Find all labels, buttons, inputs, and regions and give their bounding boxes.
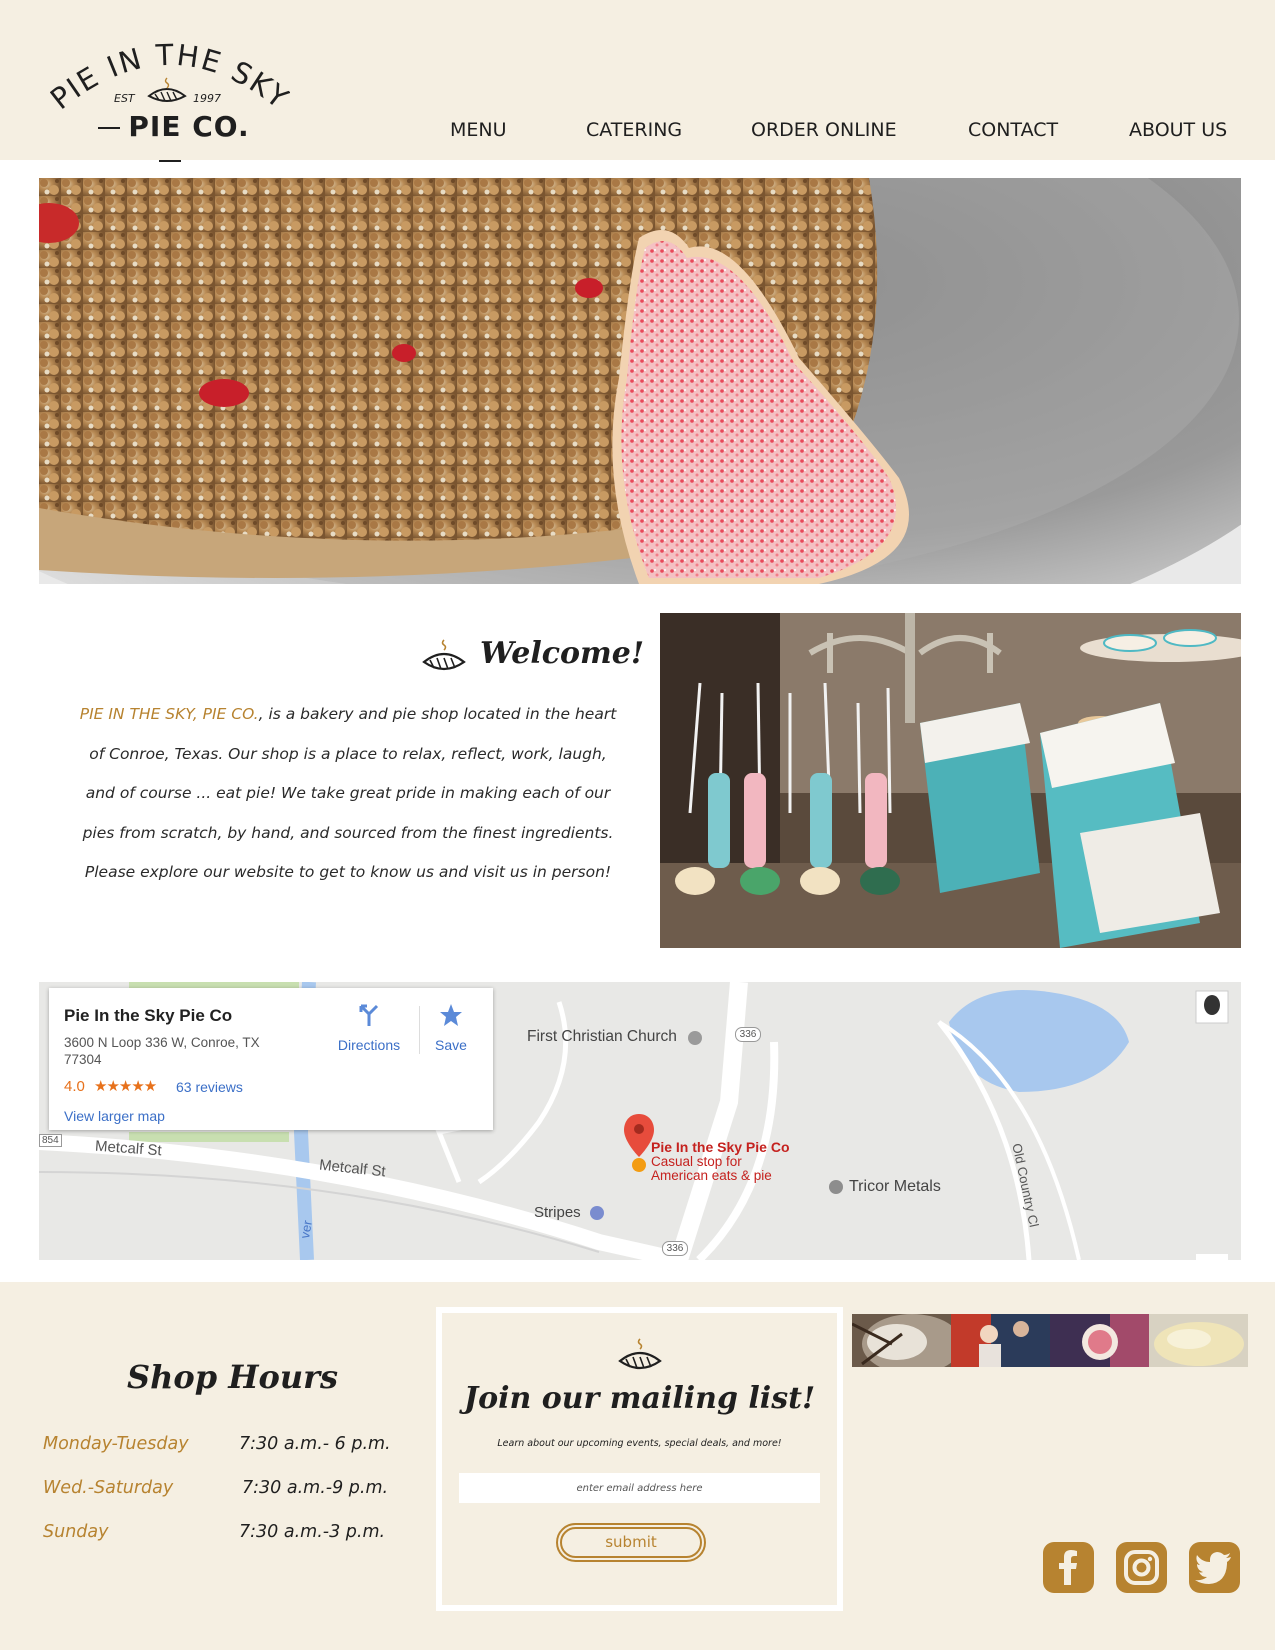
map-pin-label[interactable]: Pie In the Sky Pie Co Casual stop for Am… xyxy=(651,1140,790,1183)
directions-button[interactable]: Directions xyxy=(331,1002,407,1053)
nav-order-online[interactable]: ORDER ONLINE xyxy=(751,119,897,141)
hours-day-3: Sunday xyxy=(43,1522,109,1542)
mailing-list-title: Join our mailing list! xyxy=(463,1381,816,1416)
nav-contact[interactable]: CONTACT xyxy=(968,119,1058,141)
place-info-card: Pie In the Sky Pie Co 3600 N Loop 336 W,… xyxy=(49,988,493,1130)
star-icon xyxy=(440,1004,462,1026)
route-336-badge: 336 xyxy=(735,1027,761,1042)
logo[interactable]: PIE IN THE SKY EST 1997 PIE CO. xyxy=(44,38,294,162)
mailing-list-box: Join our mailing list! Learn about our u… xyxy=(436,1307,843,1611)
shop-hours-title: Shop Hours xyxy=(127,1358,338,1396)
map-label-stripes: Stripes xyxy=(534,1204,581,1221)
instagram-thumb-3[interactable] xyxy=(1050,1314,1149,1367)
place-name: Pie In the Sky Pie Co xyxy=(64,1006,233,1025)
welcome-title-text: Welcome! xyxy=(480,636,645,671)
instagram-icon[interactable] xyxy=(1116,1542,1167,1593)
instagram-thumb-1[interactable] xyxy=(852,1314,951,1367)
hours-time-1: 7:30 a.m.- 6 p.m. xyxy=(239,1434,391,1454)
directions-icon xyxy=(359,1004,379,1026)
pin-desc-2: American eats & pie xyxy=(651,1168,772,1183)
map-label-church: First Christian Church xyxy=(527,1028,677,1045)
nav-about-us[interactable]: ABOUT US xyxy=(1129,119,1227,141)
mailing-list-subtitle: Learn about our upcoming events, special… xyxy=(497,1438,782,1449)
pin-desc-1: Casual stop for xyxy=(651,1154,742,1169)
submit-label: submit xyxy=(560,1527,702,1558)
hours-day-1: Monday-Tuesday xyxy=(43,1434,189,1454)
save-button[interactable]: Save xyxy=(426,1002,476,1053)
save-label: Save xyxy=(435,1037,467,1053)
map-label-river: ver xyxy=(297,1219,315,1240)
pie-icon xyxy=(618,1338,662,1370)
instagram-thumb-4[interactable] xyxy=(1149,1314,1248,1367)
cake-pops-photo xyxy=(660,613,1241,948)
rating-value: 4.0 xyxy=(64,1078,85,1095)
logo-est: EST xyxy=(114,92,136,105)
main-nav: MENU CATERING ORDER ONLINE CONTACT ABOUT… xyxy=(450,119,1240,147)
welcome-text: PIE IN THE SKY, PIE CO., is a bakery and… xyxy=(78,695,618,893)
nav-menu[interactable]: MENU xyxy=(450,119,507,141)
reviews-link[interactable]: 63 reviews xyxy=(176,1079,243,1095)
twitter-icon[interactable] xyxy=(1189,1542,1240,1593)
brand-name: PIE IN THE SKY, PIE CO. xyxy=(79,705,259,723)
email-field[interactable] xyxy=(459,1473,820,1503)
logo-year: 1997 xyxy=(193,92,221,105)
facebook-icon[interactable] xyxy=(1043,1542,1094,1593)
nav-catering[interactable]: CATERING xyxy=(586,119,682,141)
pie-icon xyxy=(422,639,466,671)
place-address: 3600 N Loop 336 W, Conroe, TX 77304 xyxy=(64,1035,260,1067)
logo-arc-text: PIE IN THE SKY xyxy=(44,38,294,116)
logo-arc: PIE IN THE SKY EST 1997 xyxy=(44,38,294,116)
instagram-feed xyxy=(852,1314,1248,1367)
directions-label: Directions xyxy=(337,1037,401,1053)
welcome-body-text: , is a bakery and pie shop located in th… xyxy=(82,705,617,881)
card-divider xyxy=(419,1006,420,1054)
route-336-badge-2: 336 xyxy=(662,1241,688,1256)
hours-time-2: 7:30 a.m.-9 p.m. xyxy=(242,1478,389,1498)
pie-icon xyxy=(147,77,187,102)
site-footer: Shop Hours Monday-Tuesday 7:30 a.m.- 6 p… xyxy=(0,1282,1275,1650)
site-header: PIE IN THE SKY EST 1997 PIE CO. MENU CAT… xyxy=(0,0,1275,162)
view-larger-map-link[interactable]: View larger map xyxy=(64,1108,165,1124)
rating-stars-icon: ★★★★★ xyxy=(94,1078,157,1095)
hours-day-2: Wed.-Saturday xyxy=(43,1478,174,1498)
welcome-heading: Welcome! xyxy=(420,632,644,678)
submit-button[interactable]: submit xyxy=(556,1523,706,1562)
location-map[interactable]: Pie In the Sky Pie Co 3600 N Loop 336 W,… xyxy=(39,982,1241,1260)
map-label-854: 854 xyxy=(39,1134,62,1147)
svg-text:PIE IN THE SKY: PIE IN THE SKY xyxy=(50,40,290,115)
logo-main-text: PIE CO. xyxy=(78,110,262,176)
pin-title: Pie In the Sky Pie Co xyxy=(651,1139,790,1155)
hours-time-3: 7:30 a.m.-3 p.m. xyxy=(239,1522,386,1542)
instagram-thumb-2[interactable] xyxy=(951,1314,1050,1367)
map-label-tricor: Tricor Metals xyxy=(849,1178,941,1195)
hero-pie-image xyxy=(39,178,1241,584)
